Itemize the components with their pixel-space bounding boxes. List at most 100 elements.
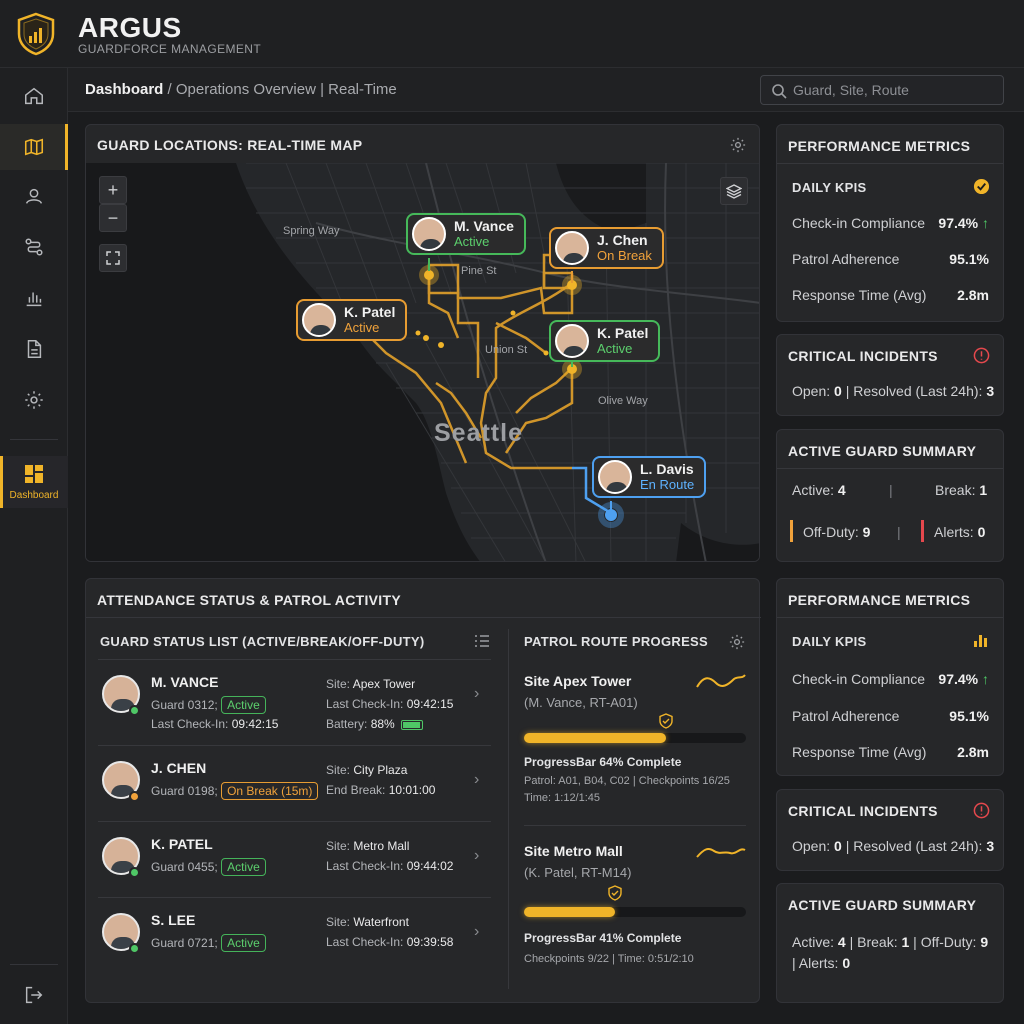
- chevron-right-icon[interactable]: ›: [474, 771, 479, 789]
- table-row[interactable]: J. CHEN Guard 0198; On Break (15m) Site:…: [98, 745, 491, 821]
- search-input[interactable]: [793, 80, 993, 100]
- active-guard-summary-card: ACTIVE GUARD SUMMARY Active: 4 | Break: …: [776, 429, 1004, 562]
- layers-button[interactable]: [720, 177, 748, 205]
- sidebar-item-guards[interactable]: [0, 173, 68, 219]
- route-icon: [25, 238, 43, 256]
- map-title: GUARD LOCATIONS: REAL-TIME MAP: [97, 137, 363, 153]
- check-circle-icon: [973, 178, 990, 195]
- guard-battery: Battery: 88%: [326, 717, 423, 731]
- gear-icon[interactable]: [729, 136, 747, 154]
- fullscreen-button[interactable]: [99, 244, 127, 272]
- guard-pin[interactable]: K. Patel Active: [549, 320, 661, 362]
- guard-pin[interactable]: J. Chen On Break: [549, 227, 664, 269]
- guard-number: Guard 0198;: [151, 784, 218, 798]
- field-label: Alerts:: [934, 524, 974, 540]
- breadcrumb-current[interactable]: Dashboard: [85, 81, 163, 98]
- search-box[interactable]: [760, 75, 1004, 105]
- zoom-out-button[interactable]: −: [99, 204, 127, 232]
- active-count: 4: [837, 934, 846, 950]
- divider: [86, 617, 761, 618]
- sidebar-item-map[interactable]: [0, 124, 68, 170]
- chevron-right-icon[interactable]: ›: [474, 847, 479, 865]
- kpi-label: Check-in Compliance: [792, 671, 926, 687]
- field-value: 09:44:02: [406, 859, 454, 873]
- sidebar-item-logout[interactable]: [0, 972, 68, 1018]
- field-label: Battery:: [326, 717, 368, 731]
- sidebar-divider: [10, 964, 58, 965]
- chevron-right-icon[interactable]: ›: [474, 923, 479, 941]
- active-count: 4: [837, 482, 846, 498]
- summary-offduty: Off-Duty: 9: [803, 524, 870, 540]
- sidebar-item-settings[interactable]: [0, 377, 68, 423]
- summary-active: Active: 4: [792, 482, 846, 498]
- breadcrumb-bar: Dashboard / Operations Overview | Real-T…: [68, 68, 1024, 112]
- card-title: PERFORMANCE METRICS: [788, 592, 971, 608]
- home-icon: [25, 87, 43, 105]
- field-label: Site:: [326, 763, 351, 777]
- guard-pin-name: M. Vance: [454, 218, 514, 234]
- table-row[interactable]: S. LEE Guard 0721; Active Site: Waterfro…: [98, 897, 491, 973]
- gear-icon[interactable]: [728, 633, 746, 651]
- sidebar-item-documents[interactable]: [0, 326, 68, 372]
- breadcrumb-trail: / Operations Overview | Real-Time: [163, 81, 397, 98]
- card-title: PERFORMANCE METRICS: [788, 138, 971, 154]
- route-progress-fill: [524, 907, 616, 917]
- guard-pin-status: On Break: [597, 248, 652, 263]
- performance-metrics-card: PERFORMANCE METRICS DAILY KPIS Check-in …: [776, 578, 1004, 776]
- city-label: Seattle: [434, 419, 523, 447]
- field-value: City Plaza: [353, 763, 408, 777]
- fullscreen-icon: [106, 251, 120, 265]
- battery-icon: [400, 719, 423, 730]
- gear-icon: [25, 391, 43, 409]
- guard-site: Site: Metro Mall: [326, 839, 409, 853]
- sidebar-item-routes[interactable]: [0, 224, 68, 270]
- checkpoint-marker-icon: [659, 713, 673, 729]
- kpi-value: 95.1%: [949, 251, 989, 267]
- list-icon[interactable]: [474, 634, 490, 648]
- layers-icon: [726, 184, 742, 199]
- field-label: End Break:: [326, 783, 386, 797]
- real-time-map[interactable]: + − Spring Way Pine St Union St Olive Wa…: [86, 163, 759, 561]
- user-icon: [25, 188, 43, 204]
- patrol-route-card[interactable]: Site Metro Mall (K. Patel, RT-M14) Progr…: [524, 843, 748, 973]
- open-count: 0: [834, 838, 842, 854]
- field-label: Off-Duty:: [803, 524, 859, 540]
- guard-checkin: Last Check-In: 09:42:15: [151, 717, 278, 731]
- guard-pin-name: K. Patel: [597, 325, 649, 341]
- bar-chart-icon: [26, 292, 42, 307]
- guard-pin[interactable]: K. Patel Active: [296, 299, 408, 341]
- field-value: Apex Tower: [352, 677, 416, 691]
- guard-last-checkin: Last Check-In: 09:42:15: [326, 697, 453, 711]
- route-progress-label: ProgressBar 41% Complete: [524, 931, 682, 945]
- alerts-count: 0: [842, 955, 851, 971]
- app-title: ARGUS: [78, 12, 182, 43]
- guard-pin-status: Active: [344, 320, 380, 335]
- field-value: 10:01:00: [388, 783, 436, 797]
- field-label: Active:: [792, 482, 835, 498]
- status-badge: Active: [221, 858, 266, 876]
- kpi-value: 97.4% ↑: [938, 215, 989, 231]
- field-label: Site:: [326, 839, 351, 853]
- incident-counts: Open: 0 | Resolved (Last 24h): 3: [792, 383, 994, 399]
- street-label: Union St: [485, 344, 528, 356]
- critical-incidents-card: CRITICAL INCIDENTS Open: 0 | Resolved (L…: [776, 334, 1004, 416]
- alerts-count: 0: [977, 524, 986, 540]
- document-icon: [27, 340, 42, 358]
- guard-pin[interactable]: M. Vance Active: [406, 213, 526, 255]
- table-row[interactable]: K. PATEL Guard 0455; Active Site: Metro …: [98, 821, 491, 897]
- guard-name: M. VANCE: [151, 674, 219, 690]
- offduty-count: 9: [862, 524, 871, 540]
- guard-pin[interactable]: L. Davis En Route: [592, 456, 707, 498]
- route-site: Site Metro Mall: [524, 843, 623, 859]
- sidebar-item-dashboard[interactable]: Dashboard: [0, 456, 68, 508]
- patrol-route-card[interactable]: Site Apex Tower (M. Vance, RT-A01) Progr…: [524, 673, 748, 823]
- zoom-in-button[interactable]: +: [99, 176, 127, 204]
- table-row[interactable]: M. VANCE Guard 0312; Active Last Check-I…: [98, 659, 491, 735]
- field-label: Open:: [792, 838, 831, 854]
- chevron-right-icon[interactable]: ›: [474, 685, 479, 703]
- trend-sparkline-icon: [696, 848, 746, 858]
- route-detail: Checkpoints 9/22 | Time: 0:51/2:10: [524, 953, 694, 965]
- sidebar-item-reports[interactable]: [0, 275, 68, 321]
- sidebar-item-home[interactable]: [0, 73, 68, 119]
- guard-list-title: GUARD STATUS LIST (ACTIVE/BREAK/OFF-DUTY…: [100, 634, 425, 649]
